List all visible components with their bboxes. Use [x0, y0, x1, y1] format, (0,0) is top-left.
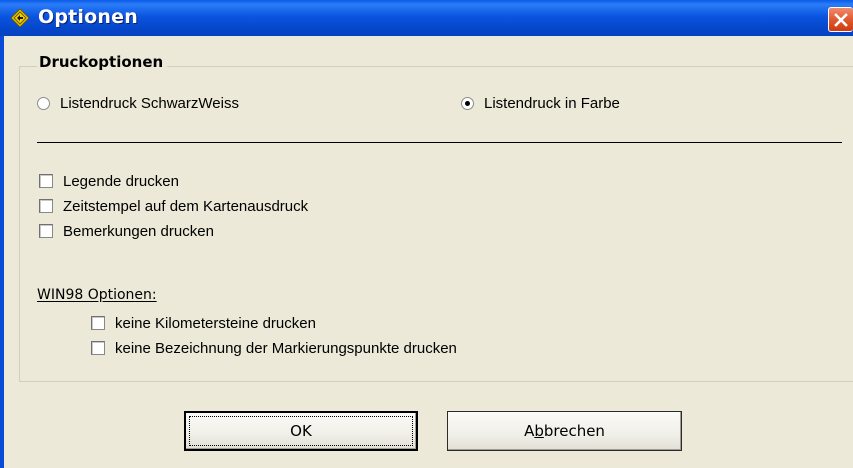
separator-line	[37, 142, 842, 143]
cancel-label-part: A	[524, 422, 535, 440]
ok-button[interactable]: OK	[184, 411, 418, 451]
radio-button[interactable]	[37, 96, 50, 110]
checkbox[interactable]	[39, 199, 53, 213]
checkbox-label: keine Bezeichnung der Markierungspunkte …	[115, 339, 457, 357]
checkbox-label: Legende drucken	[63, 172, 179, 190]
window-title: Optionen	[38, 6, 138, 28]
options-dialog: Optionen Druckoptionen Listendruck Schwa…	[0, 0, 853, 468]
checkbox[interactable]	[39, 174, 53, 188]
checkbox[interactable]	[91, 341, 105, 355]
yellow-diamond-icon	[11, 9, 29, 27]
radio-label: Listendruck SchwarzWeiss	[60, 94, 239, 112]
win98-options-label: WIN98 Optionen:	[37, 287, 157, 303]
close-button[interactable]	[828, 7, 853, 32]
cancel-label: Abbrechen	[524, 422, 605, 440]
title-bar[interactable]: Optionen	[0, 0, 853, 36]
checkbox[interactable]	[39, 224, 53, 238]
cancel-button[interactable]: Abbrechen	[447, 411, 682, 451]
radio-black-white[interactable]: Listendruck SchwarzWeiss	[37, 93, 239, 113]
checkbox-label: Bemerkungen drucken	[63, 222, 214, 240]
radio-label: Listendruck in Farbe	[484, 94, 620, 112]
checkbox[interactable]	[91, 316, 105, 330]
checkbox-legend[interactable]: Legende drucken	[39, 171, 179, 191]
radio-button[interactable]	[461, 96, 474, 110]
checkbox-remarks[interactable]: Bemerkungen drucken	[39, 221, 214, 241]
checkbox-timestamp[interactable]: Zeitstempel auf dem Kartenausdruck	[39, 196, 308, 216]
focus-rect	[189, 416, 413, 446]
checkbox-label: Zeitstempel auf dem Kartenausdruck	[63, 197, 309, 215]
cancel-label-part: brechen	[543, 422, 605, 440]
cancel-mnemonic: b	[534, 422, 544, 440]
close-icon	[834, 13, 848, 27]
checkbox-label: keine Kilometersteine drucken	[115, 314, 316, 332]
radio-color[interactable]: Listendruck in Farbe	[461, 93, 620, 113]
group-title: Druckoptionen	[37, 53, 168, 71]
checkbox-no-marker-names[interactable]: keine Bezeichnung der Markierungspunkte …	[91, 338, 457, 358]
checkbox-no-kilometer-stones[interactable]: keine Kilometersteine drucken	[91, 313, 316, 333]
